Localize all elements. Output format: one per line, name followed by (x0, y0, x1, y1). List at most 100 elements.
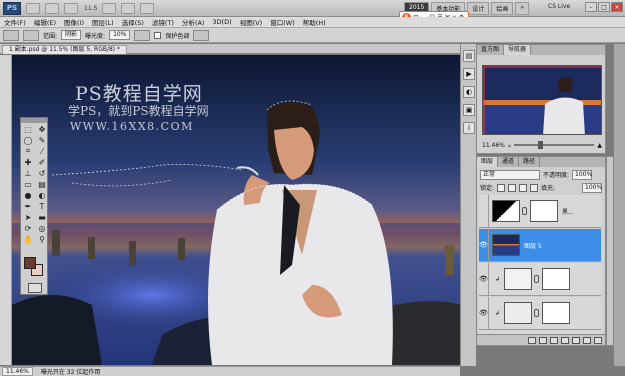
shape-tool-icon[interactable]: ▬ (36, 212, 48, 222)
actions-panel-icon[interactable]: ▶ (463, 68, 475, 80)
3d-orbit-icon[interactable]: ◎ (36, 223, 48, 233)
zoom-in-icon[interactable]: ▲ (597, 142, 602, 149)
status-zoom[interactable]: 11.46% (2, 367, 33, 376)
navigator-thumbnail[interactable] (482, 65, 602, 135)
healing-brush-icon[interactable]: ✚ (22, 157, 34, 167)
layer-row[interactable]: 黑... (479, 195, 601, 228)
tab-channels[interactable]: 通道 (498, 157, 520, 167)
menu-select[interactable]: 选择(S) (118, 17, 148, 27)
add-mask-icon[interactable] (550, 336, 558, 344)
blur-tool-icon[interactable]: ● (22, 190, 34, 200)
layer-mask-thumb[interactable] (530, 200, 558, 222)
move-tool-icon[interactable]: ✥ (36, 124, 48, 134)
menu-layer[interactable]: 图层(L) (88, 17, 118, 27)
layers-scrollbar[interactable] (606, 156, 614, 346)
brush-tool-icon[interactable]: ✐ (36, 157, 48, 167)
range-select[interactable]: 阴影 (61, 30, 82, 40)
blend-mode-select[interactable]: 正常 (480, 169, 540, 180)
pen-tool-icon[interactable]: ✒ (22, 201, 34, 211)
menu-file[interactable]: 文件(F) (0, 17, 30, 27)
lock-image-icon[interactable] (508, 183, 517, 192)
menu-edit[interactable]: 编辑(E) (30, 17, 60, 27)
extras-button[interactable] (64, 2, 78, 14)
zoom-slider-knob[interactable] (538, 141, 544, 149)
eraser-icon[interactable]: ▭ (22, 179, 34, 189)
close-icon[interactable]: × (611, 2, 623, 12)
lock-transparent-icon[interactable] (497, 183, 506, 192)
document-canvas[interactable]: PS教程自学网 学PS，就到PS教程自学网 WWW.16XX8.COM (12, 55, 460, 365)
document-tab[interactable]: 1 副本.psd @ 11.5% (图层 5, RGB/8) * (2, 45, 128, 54)
workspace-design[interactable]: 设计 (467, 2, 490, 15)
trash-icon[interactable] (594, 336, 602, 344)
menu-help[interactable]: 帮助(H) (299, 17, 330, 27)
brush-picker[interactable] (23, 29, 39, 41)
layer-row[interactable]: 👁 ↲ (479, 297, 601, 330)
type-tool-icon[interactable]: T (36, 201, 48, 211)
layer-mask-thumb[interactable] (542, 302, 570, 324)
styles-panel-icon[interactable]: ▣ (463, 104, 475, 116)
cs-live[interactable]: CS Live (548, 3, 570, 10)
tool-preset-picker[interactable] (3, 29, 19, 41)
workspace-more[interactable]: » (515, 2, 529, 15)
quick-select-icon[interactable]: ✎ (36, 135, 48, 145)
mini-bridge-button[interactable] (45, 2, 59, 14)
adjustment-layer-icon[interactable] (561, 336, 569, 344)
link-layers-icon[interactable] (528, 336, 536, 344)
menu-image[interactable]: 图像(I) (60, 17, 88, 27)
tab-paths[interactable]: 路径 (519, 157, 541, 167)
zoom-tool-icon[interactable]: ⚲ (36, 234, 48, 244)
layer-name[interactable]: 黑... (562, 207, 574, 216)
crop-tool-icon[interactable]: ⌗ (22, 146, 34, 156)
fx-icon[interactable] (539, 336, 547, 344)
history-panel-icon[interactable]: ▤ (463, 50, 475, 62)
lasso-tool-icon[interactable]: ◯ (22, 135, 34, 145)
path-select-icon[interactable]: ➤ (22, 212, 34, 222)
gradient-tool-icon[interactable]: ▤ (36, 179, 48, 189)
visibility-toggle[interactable] (479, 195, 489, 227)
menu-view[interactable]: 视图(V) (236, 17, 267, 27)
layer-name[interactable]: 图层 5 (524, 241, 542, 250)
menu-analysis[interactable]: 分析(A) (178, 17, 209, 27)
group-icon[interactable] (572, 336, 580, 344)
layer-mask-thumb[interactable] (542, 268, 570, 290)
fill-input[interactable]: 100% (582, 182, 602, 193)
minimize-icon[interactable]: – (585, 2, 597, 12)
menu-window[interactable]: 窗口(W) (266, 17, 299, 27)
hand-tool-button[interactable] (102, 2, 117, 14)
lock-all-icon[interactable] (530, 183, 539, 192)
eye-icon[interactable]: 👁 (479, 229, 489, 261)
exposure-input[interactable]: 10% (109, 30, 131, 40)
zoom-out-icon[interactable]: ▵ (508, 142, 511, 149)
workspace-painting[interactable]: 绘画 (491, 2, 514, 15)
hand-tool-icon[interactable]: ✋ (22, 234, 34, 244)
airbrush-button[interactable] (134, 29, 151, 41)
marquee-tool-icon[interactable]: ⬚ (22, 124, 34, 134)
navigator-zoom-slider[interactable] (513, 141, 595, 149)
menu-3d[interactable]: 3D(D) (208, 18, 235, 26)
arrange-docs-button[interactable] (121, 2, 136, 14)
tablet-pressure-button[interactable] (193, 29, 210, 41)
dodge-tool-icon[interactable]: ◐ (36, 190, 48, 200)
protect-tones-checkbox[interactable] (154, 31, 162, 39)
quick-mask-button[interactable] (28, 283, 42, 293)
3d-rotate-icon[interactable]: ⟳ (22, 223, 34, 233)
adjustments-panel-icon[interactable]: ◐ (463, 86, 475, 98)
navigator-zoom[interactable]: 11.46% (482, 142, 505, 149)
foreground-color-swatch[interactable] (24, 257, 36, 269)
screen-mode-button[interactable] (140, 2, 155, 14)
menu-filter[interactable]: 滤镜(T) (148, 17, 178, 27)
eyedropper-icon[interactable]: ⁄ (36, 146, 48, 156)
zoom-level[interactable]: 11.5 (84, 5, 97, 12)
history-brush-icon[interactable]: ↺ (36, 168, 48, 178)
tab-layers[interactable]: 图层 (477, 157, 499, 167)
info-panel-icon[interactable]: i (463, 122, 475, 134)
layer-row-selected[interactable]: 👁 图层 5 (479, 229, 601, 262)
eye-icon[interactable]: 👁 (479, 263, 489, 295)
eye-icon[interactable]: 👁 (479, 297, 489, 329)
bridge-button[interactable] (26, 2, 40, 14)
clone-stamp-icon[interactable]: ⊥ (22, 168, 34, 178)
opacity-input[interactable]: 100% (572, 169, 592, 180)
tab-navigator[interactable]: 导航器 (504, 45, 532, 55)
lock-position-icon[interactable] (519, 183, 528, 192)
new-layer-icon[interactable] (583, 336, 591, 344)
